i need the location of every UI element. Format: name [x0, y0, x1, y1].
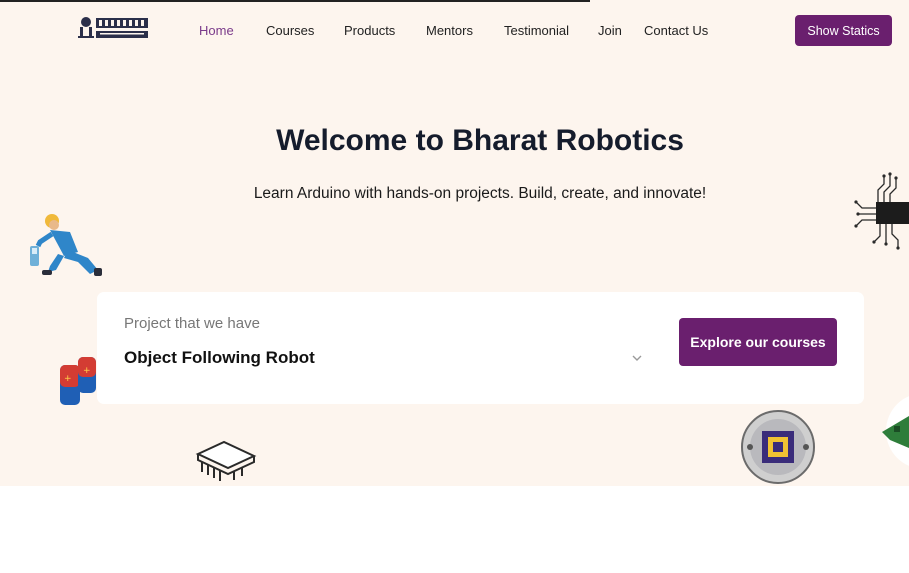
svg-text:+: + — [64, 374, 72, 384]
logo-icon[interactable] — [76, 13, 150, 45]
nav-link-testimonial[interactable]: Testimonial — [504, 23, 569, 38]
nav-link-mentors[interactable]: Mentors — [426, 23, 473, 38]
nav-link-home[interactable]: Home — [199, 23, 234, 38]
page-subtitle: Learn Arduino with hands-on projects. Bu… — [253, 185, 707, 202]
hero-section: Home Courses Products Mentors Testimonia… — [0, 0, 909, 486]
show-statics-button[interactable]: Show Statics — [795, 15, 892, 46]
engineer-illustration — [30, 214, 102, 276]
microchip-icon — [195, 440, 257, 481]
project-card: Project that we have Object Following Ro… — [97, 292, 864, 404]
battery-icon: + + — [60, 357, 96, 405]
page-title: Welcome to Bharat Robotics — [276, 124, 684, 157]
svg-text:+: + — [83, 366, 91, 376]
circuit-chip-icon — [854, 172, 909, 250]
chevron-down-icon[interactable] — [631, 352, 643, 364]
nav-link-join[interactable]: Join — [598, 23, 622, 38]
project-card-label: Project that we have — [124, 315, 260, 332]
project-select[interactable]: Object Following Robot — [124, 348, 315, 368]
green-pcb-icon — [882, 396, 909, 466]
nav-link-courses[interactable]: Courses — [266, 23, 314, 38]
nav-link-contact-us[interactable]: Contact Us — [644, 23, 708, 38]
circular-chip-board-icon — [741, 410, 815, 484]
explore-courses-button[interactable]: Explore our courses — [679, 318, 837, 366]
nav-link-products[interactable]: Products — [344, 23, 395, 38]
navbar: Home Courses Products Mentors Testimonia… — [0, 0, 909, 60]
